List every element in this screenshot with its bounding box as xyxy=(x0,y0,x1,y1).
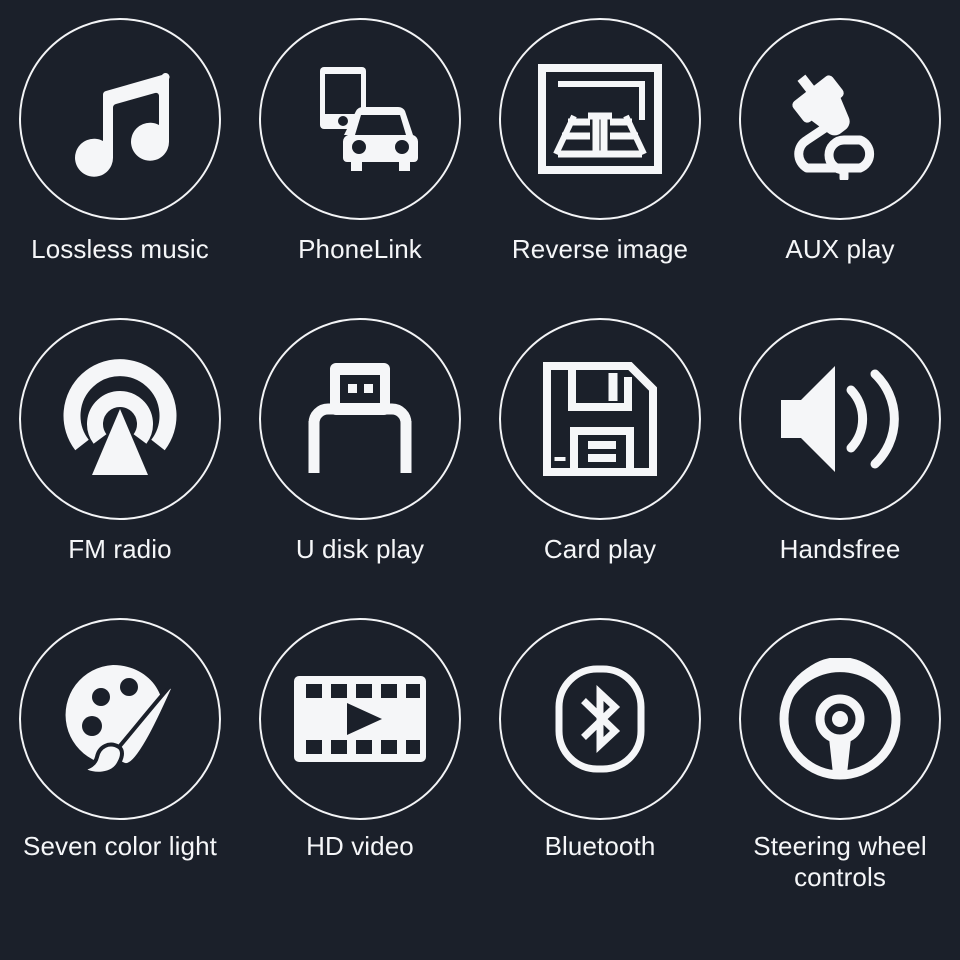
feature-item-phonelink[interactable]: PhoneLink xyxy=(240,18,480,318)
feature-label: Card play xyxy=(543,534,657,564)
aux-plug-icon xyxy=(782,58,898,180)
feature-label: Seven color light xyxy=(23,831,217,861)
feature-item-fm-radio[interactable]: FM radio xyxy=(0,318,240,618)
feature-item-reverse-image[interactable]: Reverse image xyxy=(480,18,720,318)
steering-wheel-icon xyxy=(779,658,901,780)
feature-label: Bluetooth xyxy=(544,831,656,861)
icon-circle[interactable] xyxy=(499,618,701,820)
rear-camera-icon xyxy=(538,64,662,174)
radio-tower-icon xyxy=(60,359,180,479)
icon-circle[interactable] xyxy=(739,318,941,520)
icon-circle[interactable] xyxy=(259,18,461,220)
feature-label: Reverse image xyxy=(511,234,689,264)
music-note-icon xyxy=(62,61,178,177)
icon-circle[interactable] xyxy=(259,618,461,820)
film-play-icon xyxy=(294,676,426,762)
feature-label: FM radio xyxy=(68,534,172,564)
feature-item-steering-wheel-controls[interactable]: Steering wheel controls xyxy=(720,618,960,928)
palette-brush-icon xyxy=(61,661,179,777)
bluetooth-icon xyxy=(555,665,645,773)
icon-circle[interactable] xyxy=(499,18,701,220)
feature-item-seven-color-light[interactable]: Seven color light xyxy=(0,618,240,928)
memory-card-icon xyxy=(542,361,658,477)
feature-item-card-play[interactable]: Card play xyxy=(480,318,720,618)
icon-circle[interactable] xyxy=(499,318,701,520)
feature-label: Handsfree xyxy=(779,534,901,564)
feature-label: PhoneLink xyxy=(298,234,422,264)
feature-label: HD video xyxy=(306,831,414,861)
feature-item-hd-video[interactable]: HD video xyxy=(240,618,480,928)
icon-circle[interactable] xyxy=(19,618,221,820)
feature-label: AUX play xyxy=(785,234,895,264)
icon-circle[interactable] xyxy=(19,18,221,220)
feature-label: Lossless music xyxy=(31,234,209,264)
feature-item-lossless-music[interactable]: Lossless music xyxy=(0,18,240,318)
speaker-waves-icon xyxy=(779,364,901,474)
icon-circle[interactable] xyxy=(739,618,941,820)
icon-circle[interactable] xyxy=(739,18,941,220)
feature-item-bluetooth[interactable]: Bluetooth xyxy=(480,618,720,928)
icon-circle[interactable] xyxy=(259,318,461,520)
feature-item-handsfree[interactable]: Handsfree xyxy=(720,318,960,618)
feature-item-u-disk-play[interactable]: U disk play xyxy=(240,318,480,618)
icon-circle[interactable] xyxy=(19,318,221,520)
feature-grid: Lossless music PhoneLink Reverse image A… xyxy=(0,0,960,960)
usb-plug-icon xyxy=(304,361,416,477)
feature-item-aux-play[interactable]: AUX play xyxy=(720,18,960,318)
feature-label: Steering wheel controls xyxy=(753,831,927,892)
feature-label: U disk play xyxy=(295,534,425,564)
phone-car-link-icon xyxy=(300,59,420,179)
